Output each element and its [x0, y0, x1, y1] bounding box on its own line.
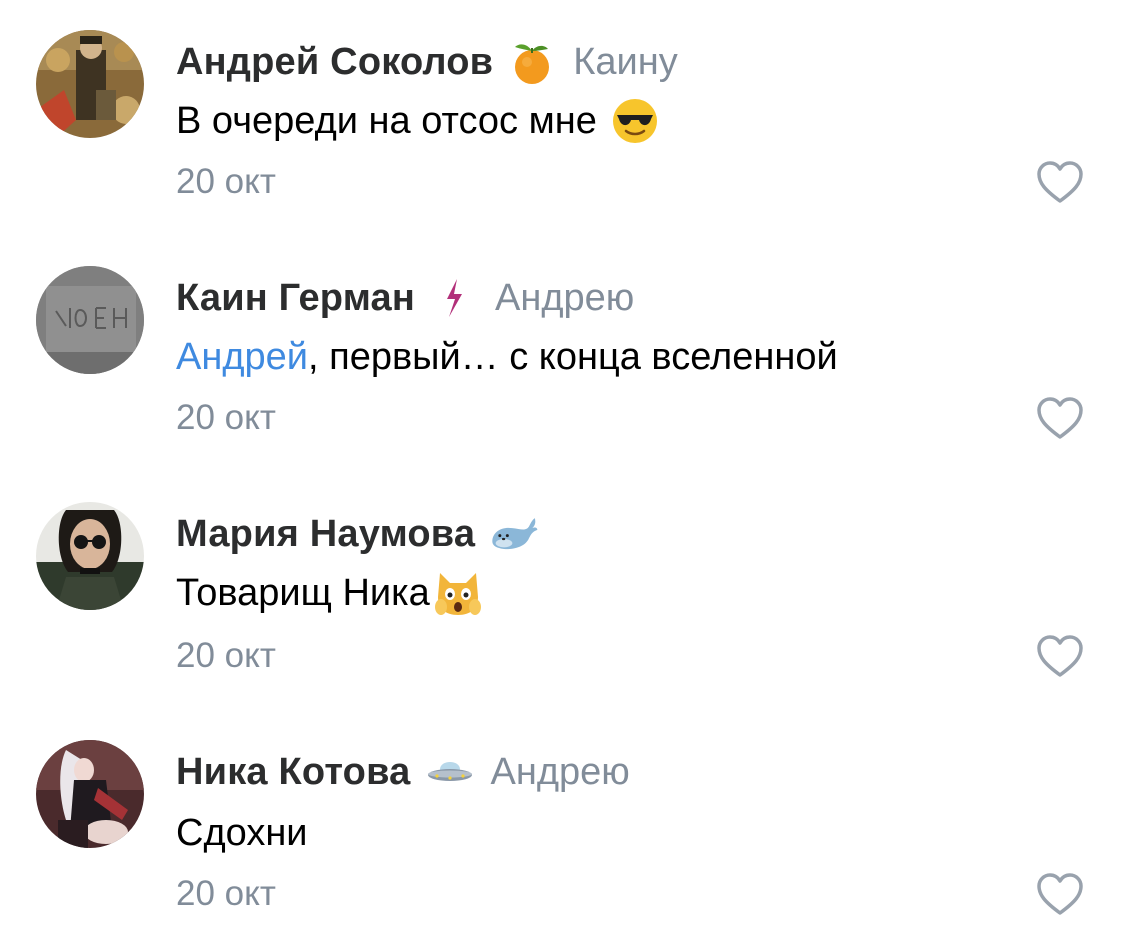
comment-header: Ника Котова Андрею	[176, 750, 630, 794]
comment-item: Ника Котова Андрею Сдохни 20 окт	[0, 708, 1125, 944]
sunglasses-face-icon	[609, 95, 661, 147]
comment-item: Мария Наумова Товарищ Ника 20 окт	[0, 472, 1125, 708]
like-heart-icon[interactable]	[1035, 395, 1085, 441]
reply-to-link[interactable]: Каину	[573, 41, 677, 84]
avatar[interactable]	[36, 502, 144, 610]
comment-item: Каин Герман Андрею Андрей , первый… с ко…	[0, 236, 1125, 472]
comment-date: 20 окт	[176, 636, 276, 675]
avatar-image	[36, 740, 144, 848]
comment-text: Товарищ Ника	[176, 569, 484, 617]
weary-cat-icon	[432, 567, 484, 619]
comment-text-body: В очереди на отсос мне	[176, 99, 597, 142]
like-heart-icon[interactable]	[1035, 871, 1085, 917]
comment-text: В очереди на отсос мне	[176, 97, 661, 145]
avatar[interactable]	[36, 740, 144, 848]
comment-text: Андрей , первый… с конца вселенной	[176, 333, 838, 381]
author-name[interactable]: Каин Герман	[176, 277, 415, 320]
comment-text-body: Сдохни	[176, 811, 308, 854]
avatar[interactable]	[36, 30, 144, 138]
avatar-image	[36, 502, 144, 610]
author-name[interactable]: Андрей Соколов	[176, 41, 493, 84]
reply-to-link[interactable]: Андрею	[491, 751, 630, 794]
comment-header: Мария Наумова	[176, 512, 539, 556]
comment-item: Андрей Соколов Каину В очереди на отсос …	[0, 0, 1125, 236]
author-name[interactable]: Мария Наумова	[176, 513, 475, 556]
avatar-image	[36, 30, 144, 138]
comment-date: 20 окт	[176, 874, 276, 913]
comment-header: Андрей Соколов Каину	[176, 40, 678, 84]
comment-text-body: , первый… с конца вселенной	[308, 335, 838, 378]
tangerine-icon	[507, 37, 557, 87]
avatar-image	[36, 266, 144, 374]
comment-header: Каин Герман Андрею	[176, 276, 634, 320]
seal-icon	[489, 509, 539, 559]
comment-text: Сдохни	[176, 809, 308, 857]
author-name[interactable]: Ника Котова	[176, 751, 411, 794]
comment-date: 20 окт	[176, 162, 276, 201]
lightning-icon	[429, 273, 479, 323]
like-heart-icon[interactable]	[1035, 159, 1085, 205]
avatar[interactable]	[36, 266, 144, 374]
comment-date: 20 окт	[176, 398, 276, 437]
mention-link[interactable]: Андрей	[176, 336, 308, 379]
reply-to-link[interactable]: Андрею	[495, 277, 634, 320]
comment-text-body: Товарищ Ника	[176, 571, 430, 614]
like-heart-icon[interactable]	[1035, 633, 1085, 679]
ufo-icon	[425, 747, 475, 797]
